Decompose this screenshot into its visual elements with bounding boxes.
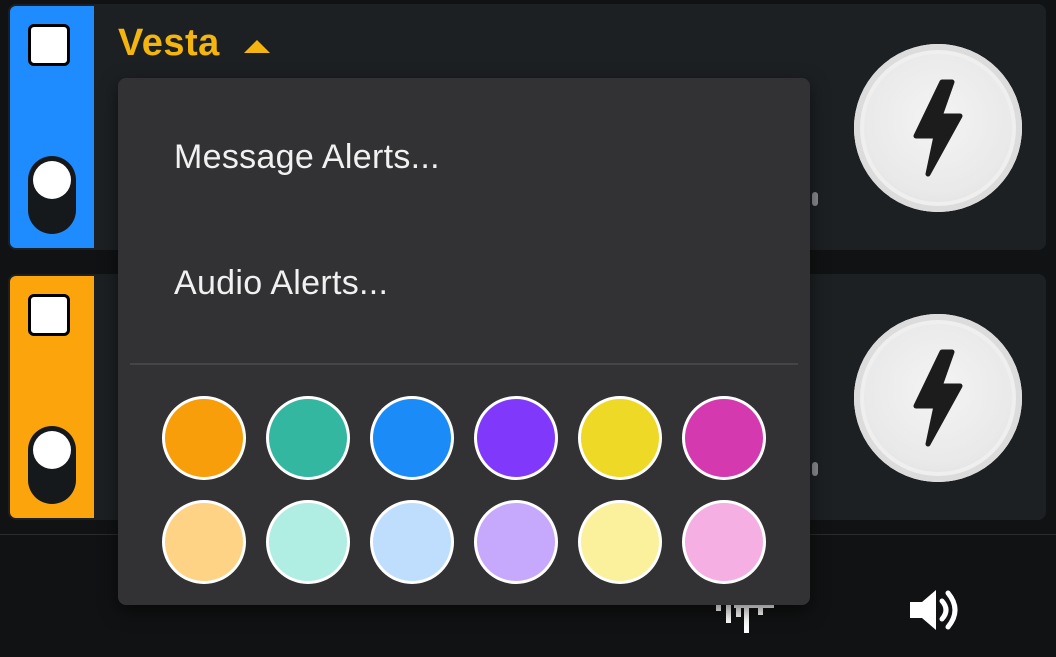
- channel-toggle[interactable]: [28, 156, 76, 234]
- color-swatch-light-teal[interactable]: [266, 500, 350, 584]
- color-swatch-light-yellow[interactable]: [578, 500, 662, 584]
- speaker-icon[interactable]: [906, 585, 966, 640]
- color-swatch-light-blue[interactable]: [370, 500, 454, 584]
- menu-item-audio-alerts[interactable]: Audio Alerts...: [118, 220, 810, 346]
- color-swatch-grid: [162, 396, 768, 584]
- color-swatch-light-pink[interactable]: [682, 500, 766, 584]
- color-swatch-magenta[interactable]: [682, 396, 766, 480]
- menu-item-message-alerts[interactable]: Message Alerts...: [118, 94, 810, 220]
- toggle-knob: [33, 161, 71, 199]
- channel-select-checkbox[interactable]: [28, 24, 70, 66]
- caret-up-icon[interactable]: [244, 40, 270, 53]
- color-swatch-light-orange[interactable]: [162, 500, 246, 584]
- channel-select-checkbox[interactable]: [28, 294, 70, 336]
- toggle-knob: [33, 431, 71, 469]
- lightning-bolt-icon: [913, 349, 963, 447]
- level-tick: [812, 192, 818, 206]
- menu-divider: [130, 363, 798, 365]
- bolt-button[interactable]: [854, 314, 1022, 482]
- color-swatch-orange[interactable]: [162, 396, 246, 480]
- channel-popup-menu: Message Alerts... Audio Alerts...: [118, 78, 810, 605]
- color-swatch-purple[interactable]: [474, 396, 558, 480]
- color-swatch-light-purple[interactable]: [474, 500, 558, 584]
- bolt-button[interactable]: [854, 44, 1022, 212]
- lightning-bolt-icon: [913, 79, 963, 177]
- color-swatch-yellow[interactable]: [578, 396, 662, 480]
- app-screen: Vesta Message Alerts... Audio Alerts...: [0, 0, 1056, 657]
- color-swatch-teal[interactable]: [266, 396, 350, 480]
- channel-toggle[interactable]: [28, 426, 76, 504]
- color-swatch-blue[interactable]: [370, 396, 454, 480]
- channel-title[interactable]: Vesta: [118, 22, 220, 65]
- level-tick: [812, 462, 818, 476]
